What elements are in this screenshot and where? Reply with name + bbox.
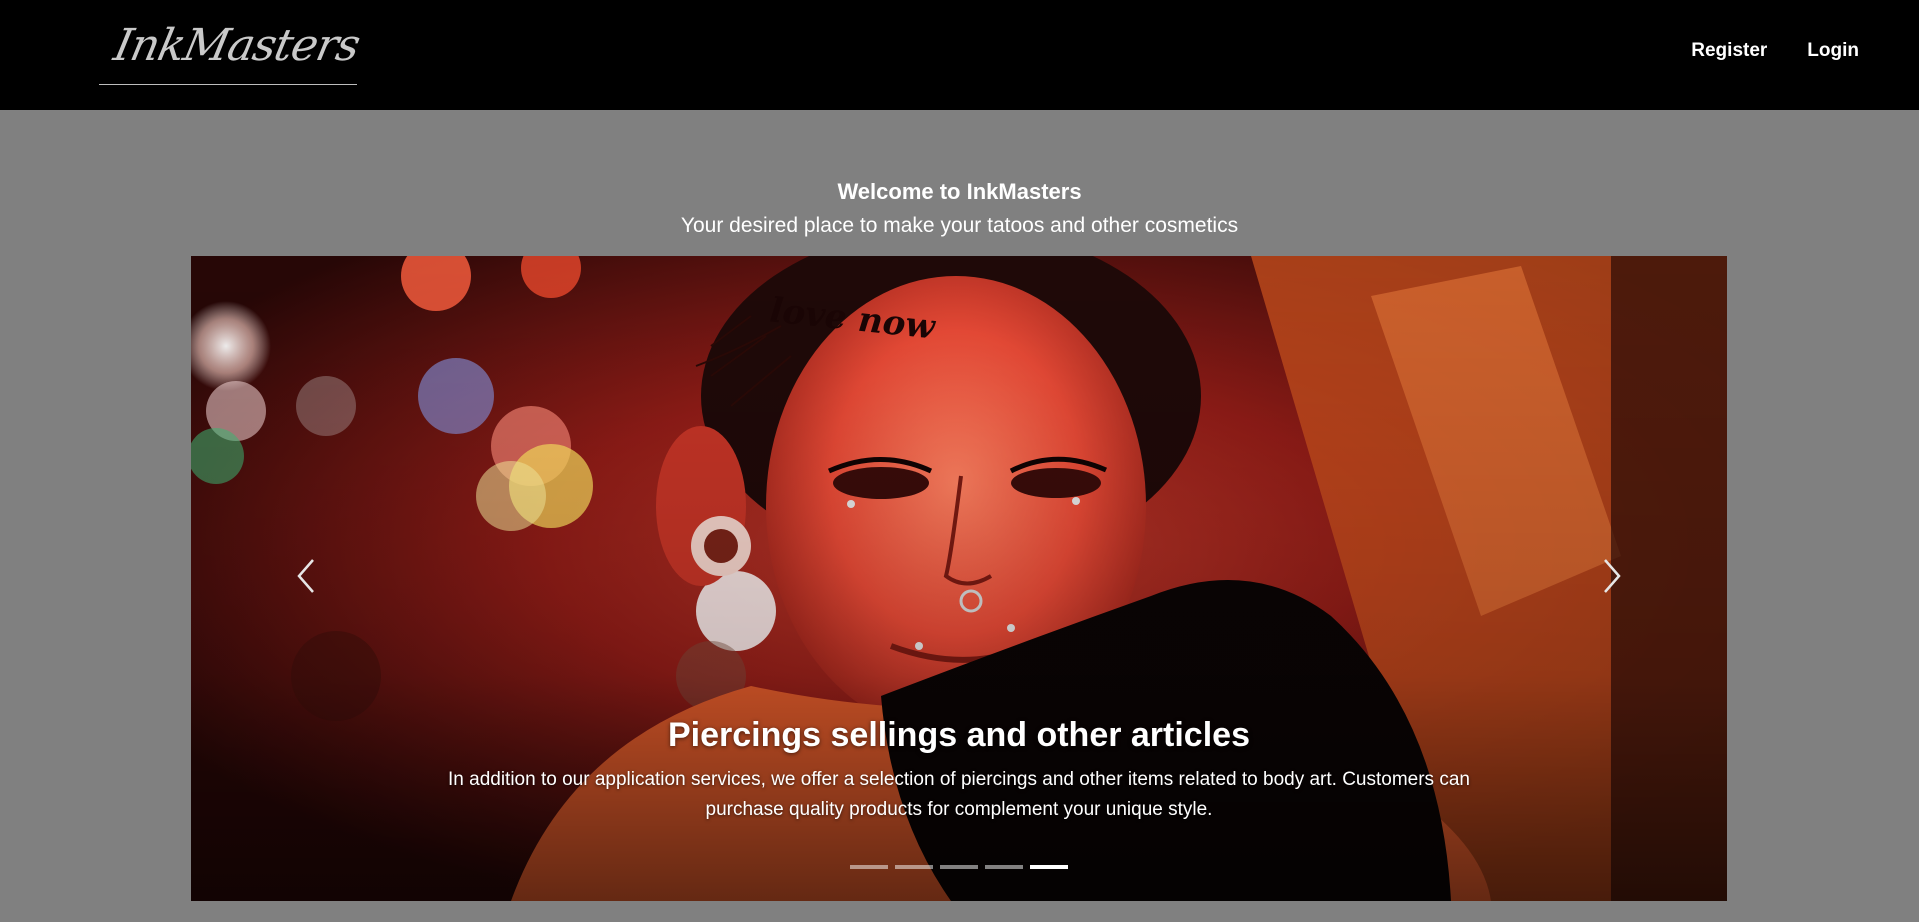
carousel-prev-button[interactable]: [287, 546, 327, 606]
chevron-right-icon: [1604, 559, 1621, 593]
carousel-indicator[interactable]: [985, 865, 1023, 869]
register-link[interactable]: Register: [1691, 40, 1767, 62]
chevron-left-icon: [297, 559, 314, 593]
slide-caption: Piercings sellings and other articles In…: [191, 716, 1727, 825]
carousel-indicator[interactable]: [940, 865, 978, 869]
welcome-subtitle: Your desired place to make your tatoos a…: [680, 214, 1239, 237]
carousel-indicators: [191, 865, 1727, 869]
image-carousel: love now Piercings sellings and: [191, 256, 1727, 901]
carousel-indicator[interactable]: [1030, 865, 1068, 869]
login-link[interactable]: Login: [1807, 40, 1859, 62]
welcome-title: Welcome to InkMasters: [837, 179, 1082, 204]
carousel-next-button[interactable]: [1591, 546, 1631, 606]
nav-links: Register Login: [1691, 40, 1859, 62]
caption-text: In addition to our application services,…: [448, 769, 1470, 820]
caption-title: Piercings sellings and other articles: [668, 716, 1250, 754]
logo-text: InkMasters: [109, 20, 365, 71]
welcome-section: Welcome to InkMasters Your desired place…: [0, 175, 1919, 243]
carousel-indicator[interactable]: [895, 865, 933, 869]
navbar: InkMasters Register Login: [0, 0, 1919, 110]
carousel-indicator[interactable]: [850, 865, 888, 869]
logo[interactable]: InkMasters: [99, 18, 364, 85]
